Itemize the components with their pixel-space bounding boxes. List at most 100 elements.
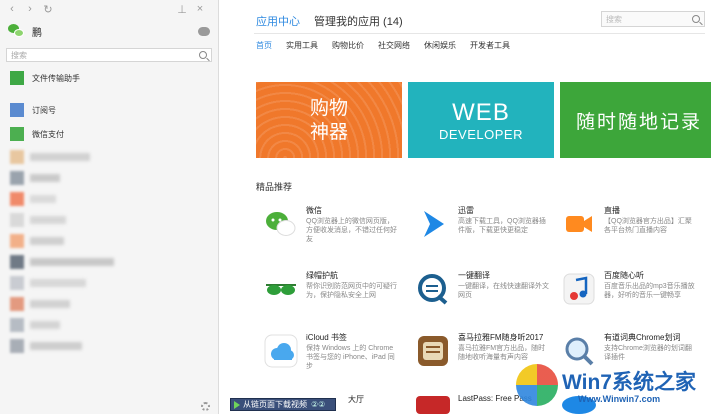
category-developer[interactable]: 开发者工具 (470, 40, 510, 51)
avatar (10, 296, 24, 311)
music-icon (563, 273, 595, 305)
app-name: iCloud 书签 (306, 333, 347, 342)
chat-item-blurred[interactable] (0, 314, 218, 335)
banner-note[interactable]: 随时随地记录 (560, 82, 711, 158)
tab-app-center[interactable]: 应用中心 (256, 13, 300, 33)
download-label: 从链页面下载视频 (243, 400, 307, 409)
file-transfer-icon (10, 71, 24, 85)
pin-icon[interactable]: ⊥ (176, 3, 188, 16)
app-name: 百度随心听 (604, 271, 644, 280)
chat-item-blurred[interactable] (0, 293, 218, 314)
back-icon[interactable]: ‹ (6, 3, 18, 15)
icloud-icon (264, 334, 298, 368)
category-utilities[interactable]: 实用工具 (286, 40, 318, 51)
refresh-icon[interactable]: ↻ (42, 3, 54, 16)
lastpass-icon (416, 396, 450, 414)
chat-name: 文件传输助手 (32, 73, 80, 83)
avatar (10, 212, 24, 227)
search-icon[interactable] (199, 51, 207, 59)
windows-logo-icon (516, 364, 558, 406)
sidebar-search-placeholder: 搜索 (11, 50, 27, 60)
chat-item-wechat-pay[interactable]: 微信支付 (0, 122, 218, 146)
divider (254, 33, 705, 34)
app-name: 微信 (306, 206, 322, 215)
category-social[interactable]: 社交网络 (378, 40, 410, 51)
chat-item-file-transfer[interactable]: 文件传输助手 (0, 66, 218, 90)
wechat-logo-icon (8, 24, 24, 38)
chat-item-blurred[interactable] (0, 146, 218, 167)
watermark-title: Win7系统之家 (562, 371, 696, 394)
avatar (10, 275, 24, 290)
wechat-icon (266, 212, 296, 236)
chat-bubble-icon[interactable] (198, 26, 210, 36)
avatar (10, 233, 24, 248)
page-indicator: ②② (311, 400, 326, 409)
banner-shopping[interactable]: 购物 神器 (256, 82, 402, 158)
app-card-icloud[interactable]: iCloud 书签 保持 Windows 上的 Chrome 书签与您的 iPh… (256, 330, 406, 376)
close-icon[interactable]: × (194, 3, 206, 15)
xunlei-icon (424, 211, 444, 237)
chat-item-subscriptions[interactable]: 订阅号 (0, 98, 218, 122)
banner-web-developer[interactable]: WEB DEVELOPER (408, 82, 554, 158)
chat-name: 微信支付 (32, 129, 64, 139)
avatar (10, 338, 24, 353)
avatar (10, 149, 24, 164)
app-card-wechat[interactable]: 微信 QQ浏览器上的微信网页版，方便收发消息，不错过任何好友 (256, 203, 406, 249)
radio-icon (418, 336, 448, 366)
sidebar: ‹ › ↻ ⊥ × 鹏 搜索 文件传输助手 订阅号 微信支付 (0, 0, 219, 414)
app-card-xunlei[interactable]: 迅雷 高速下载工具，QQ浏览器插件版，下载更快更稳定 (408, 203, 558, 249)
sidebar-search-input[interactable]: 搜索 (6, 48, 212, 62)
category-nav: 首页 实用工具 购物比价 社交网络 休闲娱乐 开发者工具 (256, 40, 510, 51)
app-search-input[interactable]: 搜索 (601, 11, 705, 27)
chat-item-blurred[interactable] (0, 230, 218, 251)
chat-name: 订阅号 (32, 105, 56, 115)
wechat-pay-icon (10, 127, 24, 141)
section-title: 精品推荐 (256, 182, 293, 192)
chat-item-blurred[interactable] (0, 209, 218, 230)
app-name: 有道词典Chrome划词 (604, 333, 681, 342)
app-desc: 高速下载工具，QQ浏览器插件版，下载更快更稳定 (458, 218, 546, 234)
settings-gear-icon[interactable] (201, 402, 210, 411)
subscriptions-icon (10, 103, 24, 117)
user-name: 鹏 (32, 27, 42, 39)
app-center: 应用中心 管理我的应用 (14) 搜索 首页 实用工具 购物比价 社交网络 休闲… (220, 0, 711, 414)
app-name: 喜马拉雅FM随身听2017 (458, 333, 544, 342)
app-desc: 一键翻译，在线快速翻译外文网页 (458, 283, 549, 299)
banner-web-line1: WEB (452, 98, 510, 126)
category-home[interactable]: 首页 (256, 40, 272, 51)
app-card-translate[interactable]: 一键翻译 一键翻译，在线快速翻译外文网页 (408, 268, 558, 314)
forward-icon[interactable]: › (24, 3, 36, 15)
app-name: 绿帽护航 (306, 271, 338, 280)
app-desc: 百度音乐出品的mp3音乐播放器，好听的音乐一键畅享 (604, 283, 695, 299)
category-shopping[interactable]: 购物比价 (332, 40, 364, 51)
banner-web-line2: DEVELOPER (439, 126, 523, 142)
video-download-bar[interactable]: 从链页面下载视频 ②② (230, 398, 336, 411)
user-row[interactable]: 鹏 (0, 18, 218, 44)
app-desc: 帮你识别防范网页中的可疑行为，保护隐私安全上网 (306, 283, 397, 299)
app-card-live[interactable]: 直播 【QQ浏览器官方出品】汇聚各平台热门直播内容 (554, 203, 704, 249)
tab-manage-apps[interactable]: 管理我的应用 (14) (314, 13, 403, 33)
play-icon (234, 400, 240, 409)
chat-item-blurred[interactable] (0, 188, 218, 209)
avatar (10, 317, 24, 332)
app-desc: 保持 Windows 上的 Chrome 书签与您的 iPhone、iPad 同… (306, 345, 395, 370)
chat-item-blurred[interactable] (0, 335, 218, 356)
chat-item-blurred[interactable] (0, 251, 218, 272)
watermark-url: Www.Winwin7.com (578, 394, 661, 404)
search-icon[interactable] (692, 15, 700, 23)
chat-item-blurred[interactable] (0, 167, 218, 188)
app-desc: 【QQ浏览器官方出品】汇聚各平台热门直播内容 (604, 218, 692, 234)
app-card-music[interactable]: 百度随心听 百度音乐出品的mp3音乐播放器，好听的音乐一键畅享 (554, 268, 704, 314)
app-search-placeholder: 搜索 (606, 14, 622, 24)
app-card-glasses[interactable]: 绿帽护航 帮你识别防范网页中的可疑行为，保护隐私安全上网 (256, 268, 406, 314)
chat-item-blurred[interactable] (0, 272, 218, 293)
banner-note-text: 随时随地记录 (576, 111, 703, 133)
app-name: 直播 (604, 206, 620, 215)
app-name: 大厅 (348, 395, 364, 404)
translate-icon (418, 274, 448, 305)
title-bar: ‹ › ↻ ⊥ × (0, 0, 218, 18)
app-name: 迅雷 (458, 206, 474, 215)
category-leisure[interactable]: 休闲娱乐 (424, 40, 456, 51)
live-icon (566, 216, 592, 232)
banner-shopping-line1: 购物 (309, 97, 348, 119)
